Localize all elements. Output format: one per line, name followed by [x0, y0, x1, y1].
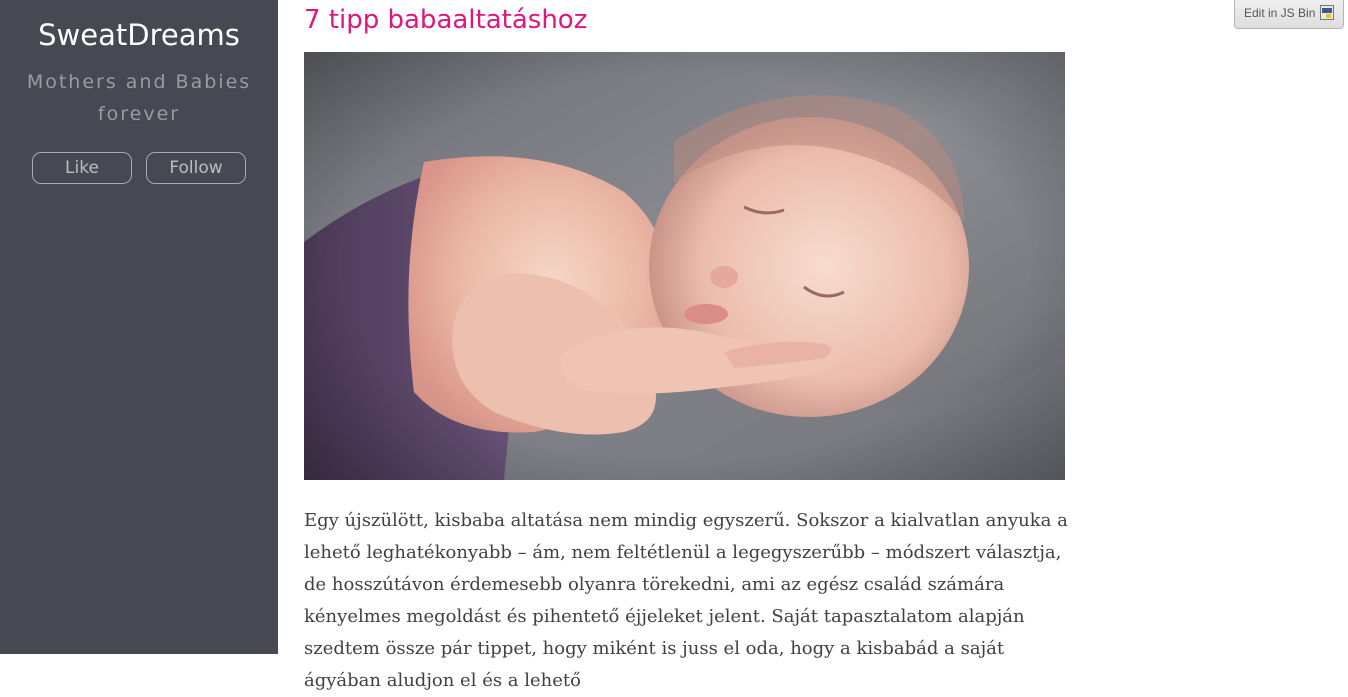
sleeping-baby-photo — [304, 52, 1065, 480]
post-title[interactable]: 7 tipp babaaltatáshoz — [304, 2, 587, 38]
post-image — [304, 52, 1065, 480]
sidebar: SweatDreams Mothers and Babies forever L… — [0, 0, 278, 654]
jsbin-icon — [1320, 5, 1334, 20]
site-title[interactable]: SweatDreams — [0, 14, 278, 56]
post-body-text: Egy újszülött, kisbaba altatása nem mind… — [304, 510, 1068, 691]
like-button[interactable]: Like — [32, 152, 132, 184]
jsbin-label: Edit in JS Bin — [1244, 6, 1316, 20]
site-tagline: Mothers and Babies forever — [26, 71, 252, 125]
edit-in-jsbin-button[interactable]: Edit in JS Bin — [1234, 0, 1344, 29]
follow-button[interactable]: Follow — [146, 152, 246, 184]
